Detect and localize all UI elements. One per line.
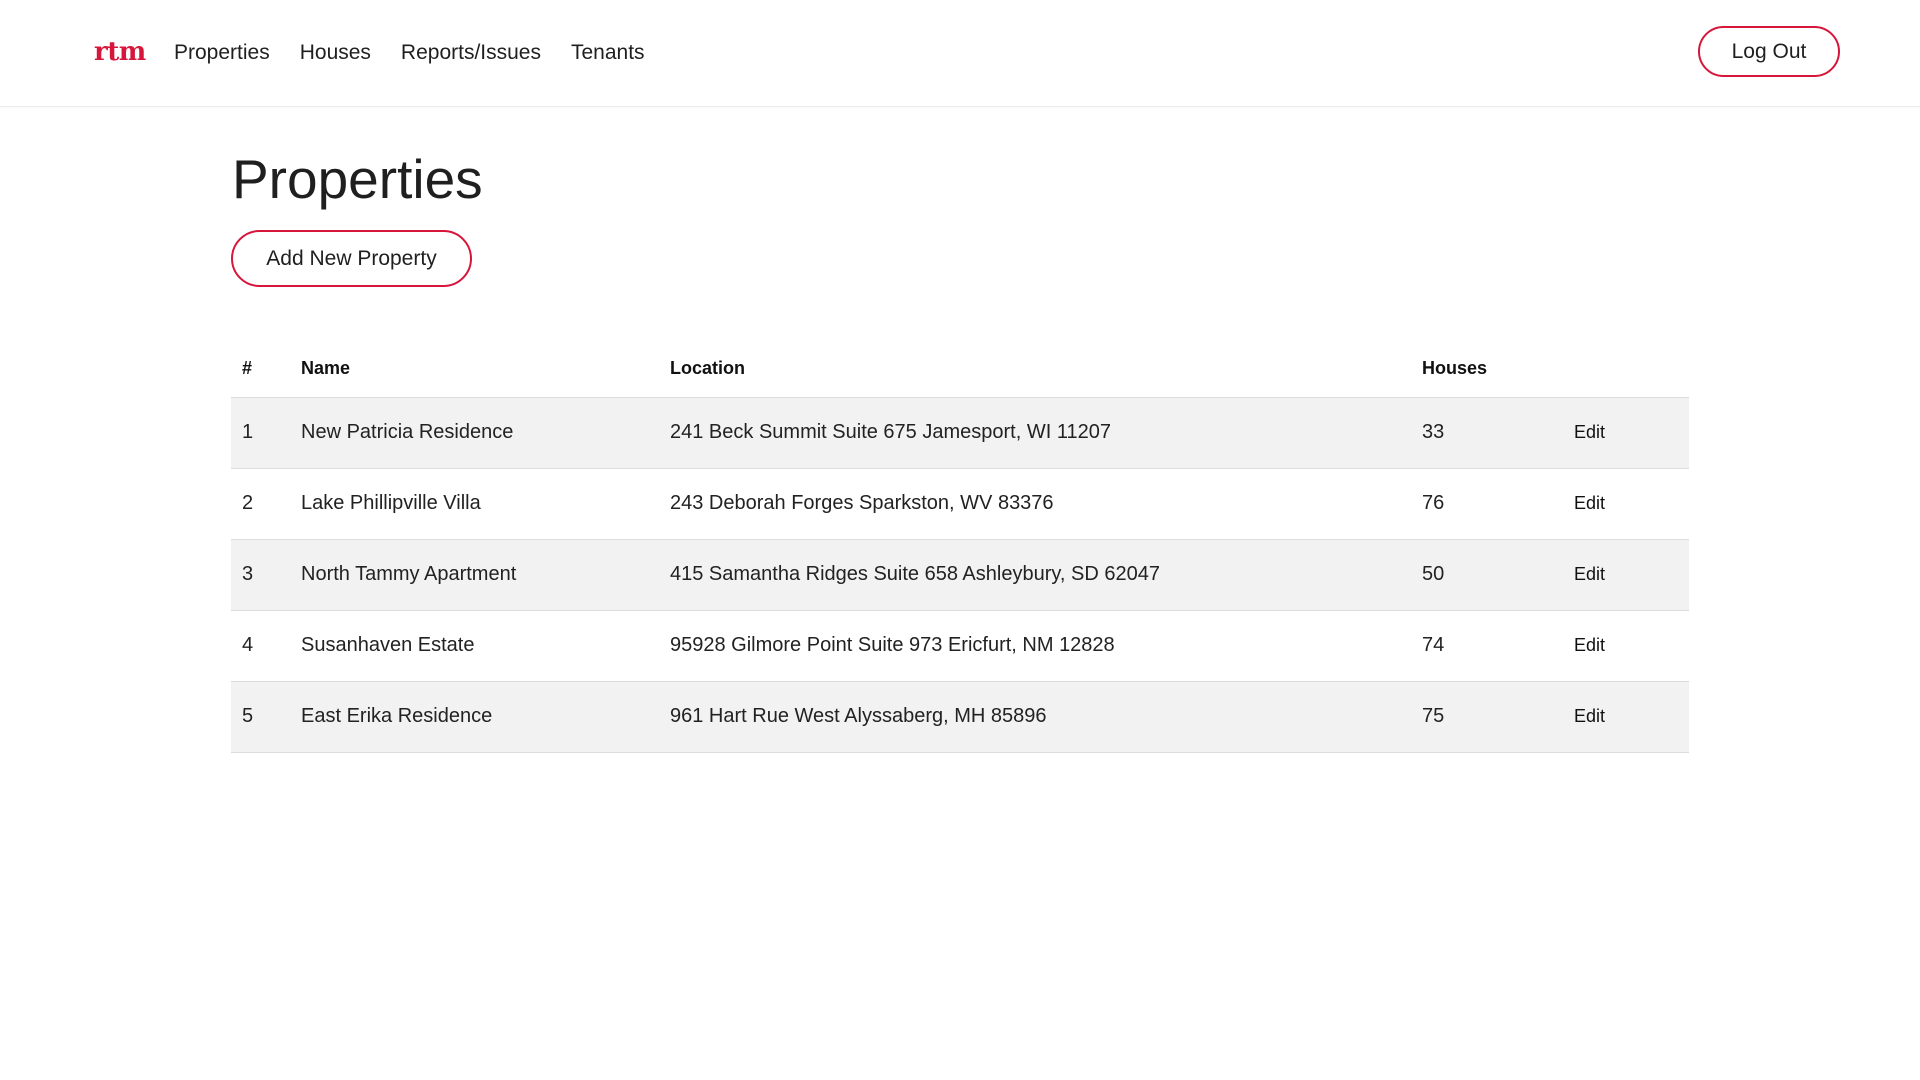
cell-number: 4	[231, 609, 290, 681]
cell-houses: 76	[1411, 467, 1563, 539]
cell-location: 243 Deborah Forges Sparkston, WV 83376	[659, 467, 1411, 539]
cell-number: 5	[231, 680, 290, 753]
cell-name: Lake Phillipville Villa	[290, 467, 659, 539]
main-nav: Properties Houses Reports/Issues Tenants	[174, 36, 645, 70]
table-row: 5 East Erika Residence 961 Hart Rue West…	[231, 680, 1689, 753]
table-header-row: # Name Location Houses	[231, 340, 1689, 397]
edit-link[interactable]: Edit	[1574, 422, 1605, 442]
cell-name: New Patricia Residence	[290, 396, 659, 468]
cell-houses: 33	[1411, 396, 1563, 468]
column-header-number: #	[242, 357, 253, 378]
cell-number: 1	[231, 396, 290, 468]
cell-houses: 74	[1411, 609, 1563, 681]
cell-name: Susanhaven Estate	[290, 609, 659, 681]
cell-houses: 50	[1411, 538, 1563, 610]
table-row: 2 Lake Phillipville Villa 243 Deborah Fo…	[231, 467, 1689, 539]
cell-number: 3	[231, 538, 290, 610]
cell-location: 95928 Gilmore Point Suite 973 Ericfurt, …	[659, 609, 1411, 681]
cell-location: 241 Beck Summit Suite 675 Jamesport, WI …	[659, 396, 1411, 468]
nav-link-houses[interactable]: Houses	[300, 41, 371, 65]
edit-link[interactable]: Edit	[1574, 706, 1605, 726]
cell-location: 415 Samantha Ridges Suite 658 Ashleybury…	[659, 538, 1411, 610]
nav-link-properties[interactable]: Properties	[174, 41, 270, 65]
edit-link[interactable]: Edit	[1574, 493, 1605, 513]
cell-location: 961 Hart Rue West Alyssaberg, MH 85896	[659, 680, 1411, 753]
brand-logo[interactable]: rtm	[94, 36, 146, 68]
cell-actions: Edit	[1563, 396, 1689, 468]
cell-actions: Edit	[1563, 467, 1689, 539]
cell-name: North Tammy Apartment	[290, 538, 659, 610]
properties-table-container: # Name Location Houses 1 New Patricia Re…	[231, 340, 1689, 753]
column-header-name: Name	[301, 357, 351, 378]
cell-actions: Edit	[1563, 680, 1689, 753]
cell-name: East Erika Residence	[290, 680, 659, 753]
logout-button[interactable]: Log Out	[1698, 26, 1840, 77]
cell-number: 2	[231, 467, 290, 539]
table-row: 3 North Tammy Apartment 415 Samantha Rid…	[231, 538, 1689, 610]
column-header-location: Location	[670, 357, 745, 378]
properties-table: # Name Location Houses 1 New Patricia Re…	[231, 340, 1689, 753]
table-row: 4 Susanhaven Estate 95928 Gilmore Point …	[231, 609, 1689, 681]
page-title: Properties	[232, 148, 483, 210]
table-row: 1 New Patricia Residence 241 Beck Summit…	[231, 396, 1689, 468]
add-new-property-button[interactable]: Add New Property	[231, 230, 472, 287]
cell-actions: Edit	[1563, 538, 1689, 610]
cell-actions: Edit	[1563, 609, 1689, 681]
column-header-houses: Houses	[1422, 357, 1488, 378]
cell-houses: 75	[1411, 680, 1563, 753]
top-navbar: rtm Properties Houses Reports/Issues Ten…	[0, 0, 1920, 107]
nav-link-reports-issues[interactable]: Reports/Issues	[401, 41, 541, 65]
edit-link[interactable]: Edit	[1574, 635, 1605, 655]
column-header-actions	[1563, 340, 1689, 397]
edit-link[interactable]: Edit	[1574, 564, 1605, 584]
nav-link-tenants[interactable]: Tenants	[571, 41, 645, 65]
